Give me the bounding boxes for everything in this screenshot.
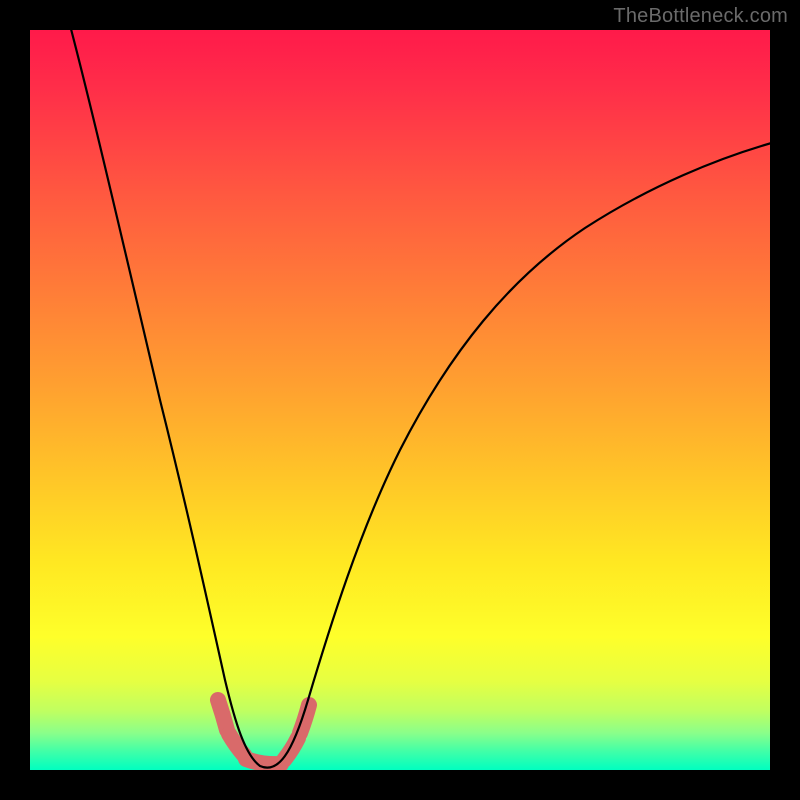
watermark-text: TheBottleneck.com [613,5,788,28]
bottleneck-curve [66,30,770,768]
chart-frame: TheBottleneck.com [0,0,800,800]
curve-layer [30,30,770,770]
plot-area [30,30,770,770]
